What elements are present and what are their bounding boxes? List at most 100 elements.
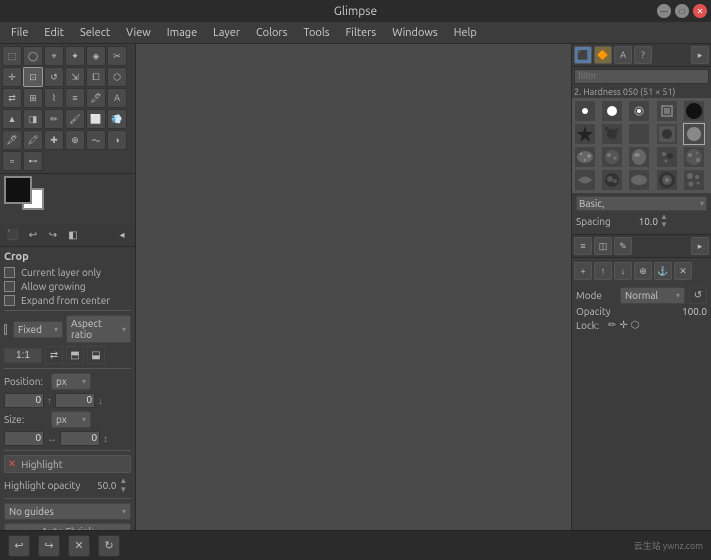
anchor-layer-btn[interactable]: ⚓ bbox=[654, 262, 672, 280]
fonts-icon-btn[interactable]: A bbox=[614, 46, 632, 64]
pos-x-input[interactable] bbox=[4, 393, 44, 408]
canvas-area[interactable] bbox=[136, 44, 571, 530]
brush-cell[interactable] bbox=[656, 100, 678, 122]
brush-cell[interactable] bbox=[656, 123, 678, 145]
tool-shear[interactable]: ⧠ bbox=[86, 67, 106, 87]
allow-growing-checkbox[interactable] bbox=[4, 281, 15, 292]
brush-cell[interactable] bbox=[656, 169, 678, 191]
tool-dodge[interactable]: ◑ bbox=[107, 130, 127, 150]
restore-colors-button[interactable]: ⬛ bbox=[4, 226, 22, 244]
right-panel-expand[interactable]: ▸ bbox=[691, 46, 709, 64]
tool-rect-select[interactable]: ⬚ bbox=[2, 46, 22, 66]
tool-text[interactable]: A bbox=[107, 88, 127, 108]
category-dropdown[interactable]: Basic, ▾ bbox=[576, 196, 707, 211]
paths-icon-btn[interactable]: ✎ bbox=[614, 237, 632, 255]
brush-cell[interactable] bbox=[628, 100, 650, 122]
brush-cell[interactable] bbox=[683, 100, 705, 122]
expand-center-checkbox[interactable] bbox=[4, 295, 15, 306]
tool-fuzzy-select[interactable]: ✦ bbox=[65, 46, 85, 66]
menu-file[interactable]: File bbox=[4, 25, 35, 41]
tool-crop[interactable]: ⊡ bbox=[23, 67, 43, 87]
tool-smudge[interactable]: 〜 bbox=[86, 130, 106, 150]
layers-icon-btn[interactable]: ≡ bbox=[574, 237, 592, 255]
tool-measure[interactable]: ⊷ bbox=[23, 151, 43, 171]
tool-alignment[interactable]: ≡ bbox=[65, 88, 85, 108]
autoshrink-button[interactable]: Auto Shrink bbox=[4, 523, 131, 530]
tool-warp[interactable]: ⌇ bbox=[44, 88, 64, 108]
tool-mybrush[interactable]: 🖍 bbox=[23, 130, 43, 150]
tool-color-select[interactable]: ≈ bbox=[2, 151, 22, 171]
layer-expand-btn[interactable]: ▸ bbox=[691, 237, 709, 255]
brush-cell[interactable] bbox=[574, 123, 596, 145]
brush-cell[interactable] bbox=[628, 123, 650, 145]
lock-alpha-icon[interactable]: ⬡ bbox=[631, 319, 640, 331]
undo-status-button[interactable]: ↩ bbox=[8, 535, 30, 557]
brushes-icon-btn[interactable]: ⬛ bbox=[574, 46, 592, 64]
aspect-ratio-dropdown[interactable]: Aspect ratio ▾ bbox=[66, 315, 131, 343]
tool-blend[interactable]: ◨ bbox=[23, 109, 43, 129]
position-unit-dropdown[interactable]: px ▾ bbox=[51, 373, 91, 390]
fixed-checkbox[interactable] bbox=[4, 324, 7, 335]
landscape-button[interactable]: ⬓ bbox=[87, 346, 105, 364]
tool-pencil[interactable]: ✏ bbox=[44, 109, 64, 129]
portrait-button[interactable]: ⬒ bbox=[66, 346, 84, 364]
tool-rotate[interactable]: ↺ bbox=[44, 67, 64, 87]
tool-scissors[interactable]: ✂ bbox=[107, 46, 127, 66]
tool-paintbrush[interactable]: 🖌 bbox=[65, 109, 85, 129]
menu-help[interactable]: Help bbox=[447, 25, 484, 41]
tool-heal[interactable]: ✚ bbox=[44, 130, 64, 150]
tool-paths[interactable]: 🖊 bbox=[86, 88, 106, 108]
new-layer-btn[interactable]: + bbox=[574, 262, 592, 280]
tool-lasso[interactable]: ⌖ bbox=[44, 46, 64, 66]
brush-cell[interactable] bbox=[683, 169, 705, 191]
menu-tools[interactable]: Tools bbox=[296, 25, 336, 41]
brush-cell[interactable] bbox=[601, 169, 623, 191]
lock-position-icon[interactable]: ✛ bbox=[619, 319, 627, 331]
raise-layer-btn[interactable]: ↑ bbox=[594, 262, 612, 280]
menu-windows[interactable]: Windows bbox=[385, 25, 445, 41]
brush-cell[interactable] bbox=[574, 146, 596, 168]
mode-dropdown[interactable]: Normal ▾ bbox=[620, 287, 685, 304]
redo-button[interactable]: ↪ bbox=[44, 226, 62, 244]
lock-pixels-icon[interactable]: ✏ bbox=[608, 319, 616, 331]
tool-eraser[interactable]: ⬜ bbox=[86, 109, 106, 129]
tool-scale[interactable]: ⇲ bbox=[65, 67, 85, 87]
duplicate-layer-btn[interactable]: ⊕ bbox=[634, 262, 652, 280]
current-layer-checkbox[interactable] bbox=[4, 267, 15, 278]
info-icon-btn[interactable]: ? bbox=[634, 46, 652, 64]
menu-image[interactable]: Image bbox=[160, 25, 204, 41]
lower-layer-btn[interactable]: ↓ bbox=[614, 262, 632, 280]
tool-clone[interactable]: ⊕ bbox=[65, 130, 85, 150]
tool-airbrush[interactable]: 💨 bbox=[107, 109, 127, 129]
maximize-button[interactable]: □ bbox=[675, 4, 689, 18]
tool-flip[interactable]: ⇄ bbox=[2, 88, 22, 108]
brush-cell[interactable] bbox=[601, 146, 623, 168]
menu-select[interactable]: Select bbox=[73, 25, 117, 41]
brush-cell[interactable] bbox=[601, 123, 623, 145]
brush-cell[interactable] bbox=[601, 100, 623, 122]
guides-dropdown[interactable]: No guides ▾ bbox=[4, 503, 131, 520]
brush-filter-input[interactable] bbox=[574, 69, 709, 84]
brush-cell[interactable] bbox=[628, 169, 650, 191]
brush-cell[interactable] bbox=[683, 146, 705, 168]
menu-layer[interactable]: Layer bbox=[206, 25, 247, 41]
foreground-color[interactable] bbox=[4, 176, 32, 204]
collapse-button[interactable]: ◂ bbox=[113, 226, 131, 244]
tool-perspective[interactable]: ⬡ bbox=[107, 67, 127, 87]
swap-ratio-button[interactable]: ⇄ bbox=[45, 346, 63, 364]
patterns-icon-btn[interactable]: 🔶 bbox=[594, 46, 612, 64]
tool-ink[interactable]: 🖋 bbox=[2, 130, 22, 150]
menu-colors[interactable]: Colors bbox=[249, 25, 294, 41]
channels-icon-btn[interactable]: ◫ bbox=[594, 237, 612, 255]
brush-cell[interactable] bbox=[574, 100, 596, 122]
menu-view[interactable]: View bbox=[119, 25, 158, 41]
display-button[interactable]: ◧ bbox=[64, 226, 82, 244]
delete-status-button[interactable]: ✕ bbox=[68, 535, 90, 557]
menu-edit[interactable]: Edit bbox=[37, 25, 71, 41]
delete-layer-btn[interactable]: ✕ bbox=[674, 262, 692, 280]
size-w-input[interactable] bbox=[4, 431, 44, 446]
minimize-button[interactable]: — bbox=[657, 4, 671, 18]
brush-cell[interactable] bbox=[628, 146, 650, 168]
rotate-status-button[interactable]: ↻ bbox=[98, 535, 120, 557]
redo-status-button[interactable]: ↪ bbox=[38, 535, 60, 557]
